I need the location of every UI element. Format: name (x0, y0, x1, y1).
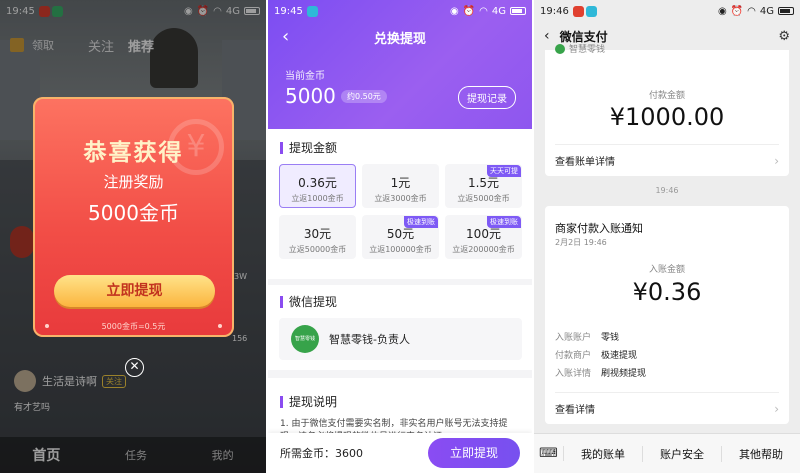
popup-subtitle: 注册奖励 (103, 173, 164, 191)
merchant-name: 智慧零钱 (569, 45, 606, 55)
amount-value: 0.36元 (298, 176, 337, 190)
coin-approx-badge: 约0.50元 (341, 90, 387, 103)
status-icons: ◉ ⏰ ◠ 4G (718, 6, 794, 17)
amount-bonus: 立返50000金币 (288, 245, 347, 254)
detail-row: 入账详情 刷视频提现 (555, 366, 646, 379)
note-section-title: 提现说明 (280, 396, 337, 408)
withdraw-footer: 所需金币：3600 立即提现 (268, 433, 532, 473)
network-label: 4G (759, 5, 774, 17)
gear-icon[interactable]: ⚙ (778, 29, 790, 44)
page-title: 兑换提现 (373, 32, 426, 47)
amount-option[interactable]: 极速到账 50元 立返100000金币 (362, 215, 439, 259)
withdraw-screen: 19:45 ◉ ⏰ ◠ 4G ‹ 兑换提现 当前金币 5000 约0.50元 提… (268, 0, 532, 473)
income-amount-label: 入账金额 (648, 265, 685, 275)
amount-bonus: 立返1000金币 (291, 194, 344, 203)
pay-amount: ¥1000.00 (609, 103, 725, 131)
status-icons: ◉ ⏰ ◠ 4G (450, 6, 526, 17)
status-bar: 19:45 ◉ ⏰ ◠ 4G (268, 0, 532, 22)
close-icon[interactable]: ✕ (125, 358, 144, 377)
reward-popup: ¥ 恭喜获得 注册奖励 5000金币 立即提现 5000金币=0.5元 (33, 97, 234, 337)
menu-my-bills[interactable]: 我的账单 (564, 445, 643, 462)
coin-balance: 5000 (285, 84, 336, 108)
amount-option[interactable]: 30元 立返50000金币 (279, 215, 356, 259)
amount-value: 30元 (303, 227, 332, 241)
amount-tag: 极速到账 (404, 216, 438, 228)
amount-bonus: 立返5000金币 (457, 194, 510, 203)
keyboard-icon[interactable]: ⌨ (534, 446, 564, 461)
amount-options: 0.36元 立返1000金币 1元 立返3000金币 天天可提 1.5元 立返5… (279, 164, 522, 259)
detail-value: 刷视频提现 (601, 369, 647, 379)
wechat-account-logo: 智慧零钱 (291, 325, 319, 353)
view-bill-label: 查看账单详情 (555, 157, 615, 168)
message-timestamp: 19:46 (655, 186, 679, 195)
status-time: 19:46 (540, 5, 569, 17)
merchant-row: 智慧零钱 (555, 42, 605, 55)
status-time: 19:45 (274, 5, 303, 17)
view-detail-link[interactable]: 查看详情 › (555, 392, 779, 424)
popup-title: 恭喜获得 (83, 140, 184, 166)
service-menu-bar: ⌨ 我的账单 账户安全 其他帮助 (534, 433, 800, 473)
wechat-account-name: 智慧零钱-负责人 (329, 333, 410, 346)
wifi-icon: ◠ (747, 5, 756, 17)
amount-section-title: 提现金额 (280, 142, 337, 154)
withdraw-record-button[interactable]: 提现记录 (458, 86, 516, 109)
video-app-screen: 19:45 ◉ ⏰ ◠ 4G 领取 关注 推荐 3W 156 生活是诗啊 关注 … (0, 0, 266, 473)
detail-key: 入账详情 (555, 369, 592, 379)
app-notification-icon (572, 5, 584, 17)
wechat-pay-screen: 19:46 ◉ ⏰ ◠ 4G ‹ 微信支付 ⚙ 智慧零钱 付款金额 ¥1000.… (534, 0, 800, 473)
chevron-right-icon: › (774, 401, 779, 416)
location-icon: ◉ (717, 5, 727, 17)
income-amount: ¥0.36 (632, 278, 702, 306)
submit-withdraw-button[interactable]: 立即提现 (428, 438, 520, 468)
amount-bonus: 立返3000金币 (374, 194, 427, 203)
pay-amount-label: 付款金额 (648, 91, 685, 101)
popup-exchange-rate: 5000金币=0.5元 (101, 322, 166, 331)
amount-option[interactable]: 1元 立返3000金币 (362, 164, 439, 208)
amount-option[interactable]: 0.36元 立返1000金币 (279, 164, 356, 208)
network-label: 4G (491, 5, 506, 17)
detail-row: 入账账户 零钱 (555, 330, 619, 343)
alarm-icon: ⏰ (730, 5, 744, 17)
withdraw-now-button[interactable]: 立即提现 (54, 275, 215, 307)
battery-icon (778, 7, 794, 15)
detail-key: 付款商户 (555, 351, 592, 361)
amount-option[interactable]: 天天可提 1.5元 立返5000金币 (445, 164, 522, 208)
amount-bonus: 立返200000金币 (452, 245, 515, 254)
amount-option[interactable]: 极速到账 100元 立返200000金币 (445, 215, 522, 259)
coin-label: 当前金币 (285, 71, 325, 82)
detail-row: 付款商户 极速提现 (555, 348, 637, 361)
location-icon: ◉ (449, 5, 459, 17)
detail-key: 入账账户 (555, 333, 592, 343)
amount-tag: 极速到账 (487, 216, 521, 228)
app-notification-icon (585, 5, 597, 17)
menu-other-help[interactable]: 其他帮助 (722, 446, 800, 462)
required-coins: 所需金币：3600 (280, 447, 363, 460)
menu-account-security[interactable]: 账户安全 (643, 445, 722, 462)
amount-value: 1元 (390, 176, 411, 190)
wechat-account-row[interactable]: 智慧零钱 智慧零钱-负责人 (279, 318, 522, 360)
amount-bonus: 立返100000金币 (369, 245, 432, 254)
payment-message-card: 智慧零钱 付款金额 ¥1000.00 查看账单详情 › (545, 43, 789, 176)
detail-value: 极速提现 (601, 351, 638, 361)
status-bar: 19:46 ◉ ⏰ ◠ 4G (534, 0, 800, 22)
amount-tag: 天天可提 (487, 165, 521, 177)
detail-value: 零钱 (601, 333, 620, 343)
alarm-icon: ⏰ (462, 5, 476, 17)
merchant-logo-icon (555, 43, 565, 54)
notice-title: 商家付款入账通知 (555, 222, 643, 235)
income-notice-card: 商家付款入账通知 2月2日 19:46 入账金额 ¥0.36 入账账户 零钱 付… (545, 206, 789, 424)
view-bill-link[interactable]: 查看账单详情 › (555, 144, 779, 176)
chevron-right-icon: › (774, 153, 779, 168)
app-notification-icon (306, 5, 318, 17)
view-detail-label: 查看详情 (555, 405, 595, 416)
wechat-section-title: 微信提现 (280, 296, 337, 308)
notice-date: 2月2日 19:46 (555, 238, 607, 247)
battery-icon (510, 7, 526, 15)
wifi-icon: ◠ (479, 5, 488, 17)
popup-amount: 5000金币 (88, 201, 179, 225)
back-arrow-icon[interactable]: ‹ (544, 28, 550, 44)
